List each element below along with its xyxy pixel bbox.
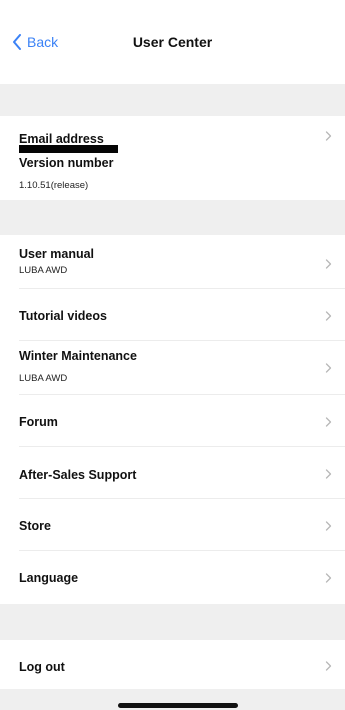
chevron-right-icon [325, 417, 332, 427]
chevron-right-icon [325, 131, 332, 141]
chevron-right-icon [325, 363, 332, 373]
section-spacer [0, 604, 345, 640]
email-row[interactable]: Email address [0, 116, 345, 156]
forum-label: Forum [19, 415, 58, 429]
version-row: Version number 1.10.51(release) [0, 156, 345, 200]
nav-bar: Back User Center [0, 0, 345, 84]
store-row[interactable]: Store [0, 499, 345, 551]
version-label: Version number [19, 156, 114, 170]
user-manual-row[interactable]: User manual LUBA AWD [0, 235, 345, 289]
chevron-right-icon [325, 259, 332, 269]
user-center-screen: Back User Center Email address Version n… [0, 0, 345, 710]
email-label: Email address [19, 132, 104, 146]
section-spacer [0, 84, 345, 116]
winter-maintenance-sub: LUBA AWD [19, 373, 68, 384]
store-label: Store [19, 519, 51, 533]
winter-maintenance-row[interactable]: Winter Maintenance LUBA AWD [0, 341, 345, 395]
after-sales-support-row[interactable]: After-Sales Support [0, 447, 345, 499]
after-sales-support-label: After-Sales Support [19, 468, 137, 482]
version-value: 1.10.51(release) [19, 180, 89, 191]
chevron-right-icon [325, 469, 332, 479]
chevron-right-icon [325, 661, 332, 671]
forum-row[interactable]: Forum [0, 395, 345, 447]
user-manual-sub: LUBA AWD [19, 265, 68, 276]
logout-label: Log out [19, 660, 65, 674]
winter-maintenance-label: Winter Maintenance [19, 349, 137, 363]
tutorial-videos-row[interactable]: Tutorial videos [0, 289, 345, 341]
user-manual-label: User manual [19, 247, 95, 261]
page-title: User Center [132, 34, 213, 50]
chevron-right-icon [325, 573, 332, 583]
logout-row[interactable]: Log out [0, 640, 345, 689]
language-row[interactable]: Language [0, 551, 345, 604]
language-label: Language [19, 571, 79, 585]
chevron-right-icon [325, 311, 332, 321]
section-spacer [0, 200, 345, 235]
email-redacted-value [19, 145, 118, 153]
home-indicator[interactable] [118, 703, 238, 708]
tutorial-videos-label: Tutorial videos [19, 309, 107, 323]
chevron-right-icon [325, 521, 332, 531]
